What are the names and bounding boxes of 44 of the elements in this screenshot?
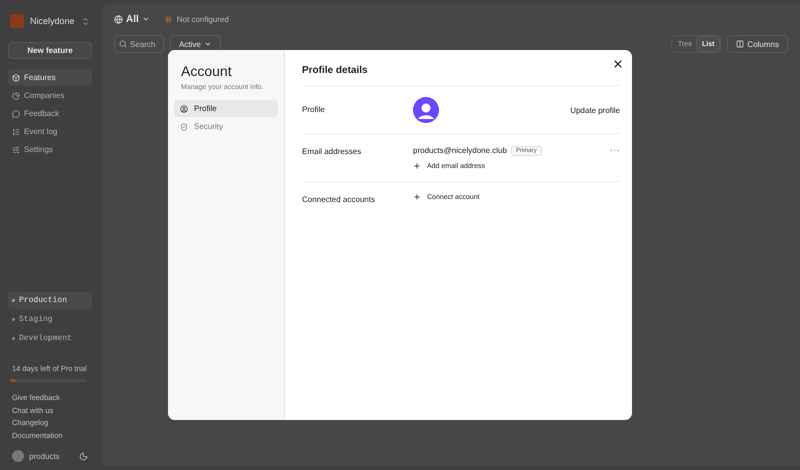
dialog-tab[interactable]: Profile [174, 100, 278, 117]
status-text: Not configured [176, 14, 229, 24]
nav-icon [12, 110, 20, 118]
chevron-down-icon [204, 40, 212, 48]
update-profile-button[interactable]: Update profile [570, 106, 620, 114]
dialog-tab[interactable]: Security [174, 118, 278, 135]
nav-item[interactable]: Event log [8, 123, 92, 140]
chevrons-icon[interactable] [81, 16, 90, 26]
globe-icon [114, 14, 123, 24]
nav-item[interactable]: Companies [8, 87, 92, 104]
environment-item[interactable]: Production [8, 292, 92, 308]
close-icon [612, 58, 624, 70]
moon-icon[interactable] [79, 452, 88, 460]
row-label: Profile [302, 104, 326, 116]
scope-dropdown[interactable]: All [114, 14, 150, 24]
environment-item[interactable]: Development [8, 330, 92, 346]
avatar-icon [413, 97, 439, 123]
search-field[interactable]: Search [114, 35, 164, 53]
new-feature-button[interactable]: New feature [8, 42, 92, 59]
section-heading: Profile details [302, 65, 620, 86]
nav-icon [12, 128, 20, 136]
columns-icon [736, 40, 744, 48]
plus-icon [413, 162, 421, 170]
user-name: products [29, 452, 61, 460]
nav-item[interactable]: Feedback [8, 105, 92, 122]
nav-icon [12, 92, 20, 100]
nav-icon [12, 146, 20, 154]
status-icon [164, 14, 173, 24]
nav-item[interactable]: Features [8, 69, 92, 86]
chevron-down-icon [142, 15, 150, 23]
workspace-name: Nicelydone [30, 16, 75, 26]
row-label: Connected accounts [302, 194, 376, 206]
environment-item[interactable]: Staging [8, 310, 92, 328]
dialog-title: Account [181, 63, 233, 79]
email-address: products@nicelydone.club [413, 146, 507, 155]
tab-icon [180, 104, 188, 112]
close-button[interactable] [612, 58, 624, 70]
plus-icon [413, 193, 421, 201]
nav-icon [12, 74, 20, 82]
tab-icon [180, 122, 188, 130]
columns-button[interactable]: Columns [727, 35, 788, 53]
row-label: Email addresses [302, 146, 362, 158]
avatar-icon [12, 450, 24, 462]
nav-item[interactable]: Settings [8, 141, 92, 158]
